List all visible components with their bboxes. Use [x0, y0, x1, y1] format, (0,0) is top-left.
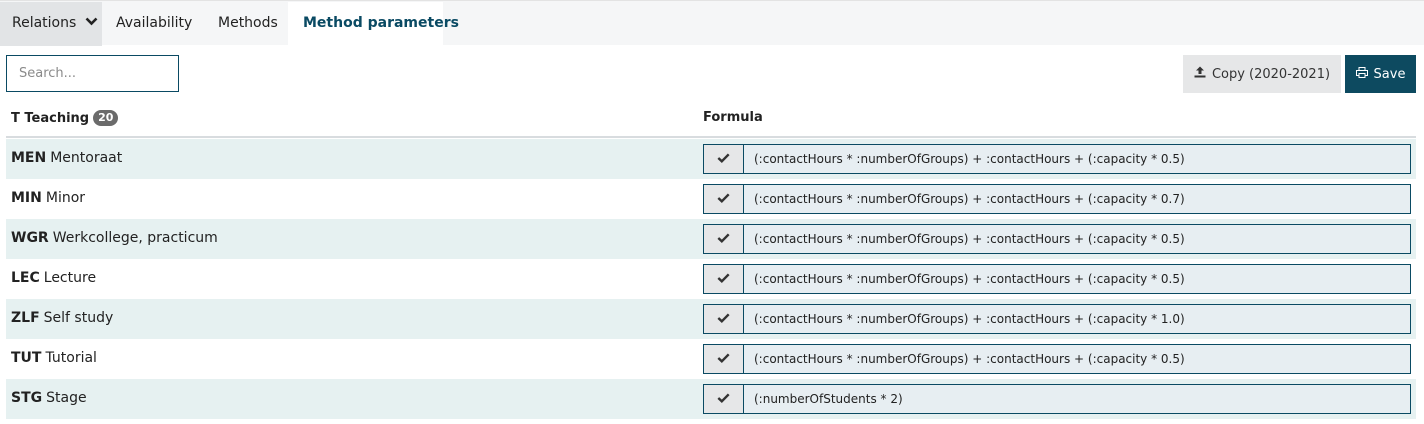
method-code: LEC — [11, 270, 40, 286]
printer-icon — [1355, 66, 1368, 82]
checkmark-icon — [717, 151, 730, 167]
formula-header: Formula — [703, 110, 763, 125]
tab-availability[interactable]: Availability — [104, 2, 196, 46]
formula-field — [703, 264, 1411, 294]
formula-field — [703, 344, 1411, 374]
validate-button[interactable] — [704, 265, 744, 293]
tab-method-parameters-label: Method parameters — [303, 15, 459, 31]
tab-methods[interactable]: Methods — [206, 2, 286, 46]
method-name: WGR Werkcollege, practicum — [11, 230, 218, 246]
method-name: TUT Tutorial — [11, 350, 97, 366]
chevron-down-icon — [85, 1, 98, 43]
formula-input[interactable] — [744, 145, 1410, 173]
method-name: STG Stage — [11, 390, 87, 406]
method-code: STG — [11, 390, 43, 406]
method-rows: MENMentoraat MINMinor WGRWerkcollege, pr… — [6, 139, 1416, 419]
tab-method-parameters[interactable]: Method parameters — [288, 2, 459, 46]
checkmark-icon — [717, 311, 730, 327]
group-header: T Teaching 20 — [11, 110, 119, 126]
upload-icon — [1194, 66, 1206, 82]
method-title: Minor — [45, 190, 86, 206]
tab-methods-label: Methods — [218, 15, 278, 31]
group-label: T Teaching — [11, 110, 90, 126]
validate-button[interactable] — [704, 305, 744, 333]
validate-button[interactable] — [704, 185, 744, 213]
checkmark-icon — [717, 351, 730, 367]
table-row: MIN Minor — [6, 179, 1416, 219]
checkmark-icon — [717, 391, 730, 407]
count-badge: 20 — [93, 110, 119, 126]
method-title: Self study — [43, 310, 114, 326]
formula-field — [703, 184, 1411, 214]
method-name: ZLF Self study — [11, 310, 113, 326]
formula-input[interactable] — [744, 185, 1410, 213]
copy-button-label: Copy (2020-2021) — [1211, 66, 1331, 82]
search-input[interactable] — [6, 55, 179, 92]
validate-button[interactable] — [704, 385, 744, 413]
method-code: MEN — [11, 150, 47, 166]
formula-input[interactable] — [744, 265, 1410, 293]
tab-relations[interactable]: Relations — [0, 2, 102, 46]
checkmark-icon — [717, 191, 730, 207]
method-title: Lecture — [43, 270, 97, 286]
method-name: MEN Mentoraat — [11, 150, 122, 166]
method-code: ZLF — [11, 310, 40, 326]
checkmark-icon — [717, 271, 730, 287]
formula-input[interactable] — [744, 385, 1410, 413]
method-code: TUT — [11, 350, 42, 366]
table-row: TUT Tutorial — [6, 339, 1416, 379]
method-title: Tutorial — [45, 350, 97, 366]
save-button-label: Save — [1373, 66, 1406, 82]
table-header: T Teaching 20 Formula — [6, 101, 1416, 138]
method-title: Stage — [46, 390, 87, 406]
formula-field — [703, 384, 1411, 414]
table-row: WGR Werkcollege, practicum — [6, 219, 1416, 259]
tab-relations-label: Relations — [12, 15, 77, 31]
method-title: Mentoraat — [50, 150, 123, 166]
table-row: ZLF Self study — [6, 299, 1416, 339]
method-title: Werkcollege, practicum — [52, 230, 218, 246]
tab-availability-label: Availability — [116, 15, 193, 31]
formula-input[interactable] — [744, 305, 1410, 333]
formula-input[interactable] — [744, 225, 1410, 253]
table-row: STG Stage — [6, 379, 1416, 419]
checkmark-icon — [717, 231, 730, 247]
tab-bar: Relations Availability Methods Method pa… — [0, 0, 1424, 46]
formula-field — [703, 144, 1411, 174]
validate-button[interactable] — [704, 225, 744, 253]
method-name: MIN Minor — [11, 190, 85, 206]
formula-input[interactable] — [744, 345, 1410, 373]
save-button[interactable]: Save — [1345, 55, 1416, 93]
table-row: MEN Mentoraat — [6, 139, 1416, 179]
formula-field — [703, 304, 1411, 334]
copy-button[interactable]: Copy (2020-2021) — [1183, 55, 1341, 93]
table-row: LEC Lecture — [6, 259, 1416, 299]
method-code: WGR — [11, 230, 49, 246]
method-code: MIN — [11, 190, 42, 206]
method-name: LEC Lecture — [11, 270, 96, 286]
formula-field — [703, 224, 1411, 254]
validate-button[interactable] — [704, 145, 744, 173]
validate-button[interactable] — [704, 345, 744, 373]
